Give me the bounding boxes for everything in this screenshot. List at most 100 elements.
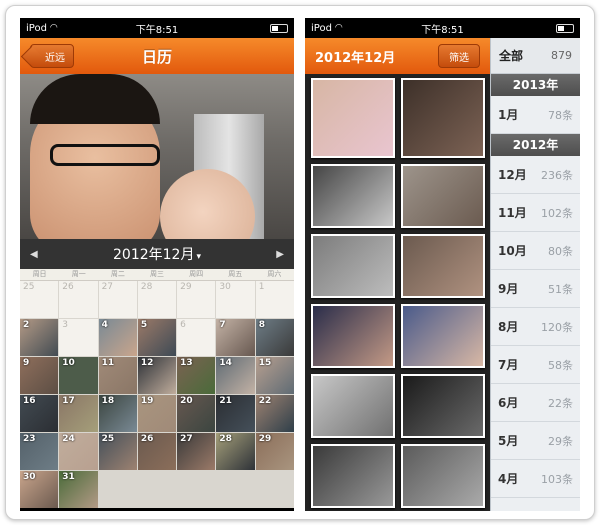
- calendar-day[interactable]: 11: [98, 357, 137, 394]
- battery-icon: [556, 23, 574, 33]
- calendar-day[interactable]: 16: [20, 395, 59, 432]
- month-row[interactable]: 4月 103条: [491, 460, 580, 498]
- screenshot-frame: iPod ◠ 下午8:51 近远 日历 ◀ 2012年12月 ▾ ▶ 周日 周一 …: [5, 5, 595, 520]
- photo-thumbnail[interactable]: [311, 304, 395, 368]
- calendar-day[interactable]: 18: [98, 395, 137, 432]
- calendar-day[interactable]: 29: [255, 433, 294, 470]
- photo-thumbnail[interactable]: [401, 374, 485, 438]
- calendar-day: 28: [137, 281, 177, 318]
- all-photos-row[interactable]: 全部 879: [491, 38, 580, 74]
- gallery-header: 2012年12月 筛选: [305, 38, 490, 74]
- calendar-day[interactable]: 23: [20, 433, 59, 470]
- chevron-down-icon: ▾: [196, 252, 201, 262]
- calendar-day: 6: [177, 319, 216, 356]
- day-number: 19: [140, 396, 154, 406]
- weekday-header: 周日 周一 周二 周三 周四 周五 周六: [20, 269, 294, 280]
- month-count: 120条: [541, 320, 573, 334]
- calendar-day[interactable]: 7: [216, 319, 255, 356]
- calendar-day[interactable]: 9: [20, 357, 59, 394]
- calendar-day[interactable]: 19: [137, 395, 177, 432]
- photo-thumbnail[interactable]: [401, 444, 485, 508]
- day-number: 6: [180, 320, 186, 330]
- calendar-day[interactable]: 12: [137, 357, 177, 394]
- status-bar: iPod ◠ 下午8:51: [20, 18, 294, 38]
- month-row[interactable]: 6月 22条: [491, 384, 580, 422]
- photo-thumbnail[interactable]: [311, 164, 395, 228]
- year-header: 2012年: [491, 134, 580, 156]
- month-count: 29条: [548, 434, 573, 448]
- photo-thumbnail[interactable]: [311, 374, 395, 438]
- month-count: 103条: [541, 472, 573, 486]
- calendar-day[interactable]: 15: [255, 357, 294, 394]
- month-count: 51条: [548, 282, 573, 296]
- photo-thumbnail[interactable]: [401, 304, 485, 368]
- calendar-day[interactable]: 5: [137, 319, 177, 356]
- day-number: 22: [258, 396, 272, 406]
- month-row[interactable]: 7月 58条: [491, 346, 580, 384]
- calendar-day[interactable]: 28: [216, 433, 255, 470]
- calendar-day[interactable]: 20: [177, 395, 216, 432]
- next-month-icon[interactable]: ▶: [276, 249, 284, 260]
- calendar-day[interactable]: 2: [20, 319, 59, 356]
- month-selector: ◀ 2012年12月 ▾ ▶: [20, 239, 294, 269]
- photo-gallery: 2012年12月 筛选: [305, 38, 490, 511]
- day-number: 15: [258, 358, 272, 368]
- weekday-label: 周一: [71, 270, 86, 278]
- thumbnail-grid: [305, 74, 490, 511]
- day-number: 8: [258, 320, 265, 330]
- calendar-day[interactable]: 10: [59, 357, 98, 394]
- month-label: 5月: [498, 434, 519, 448]
- day-number: 10: [62, 358, 75, 368]
- calendar-day[interactable]: 25: [98, 433, 137, 470]
- day-number: 27: [101, 282, 114, 292]
- month-row[interactable]: 8月 120条: [491, 308, 580, 346]
- month-row[interactable]: 9月 51条: [491, 270, 580, 308]
- month-row[interactable]: 12月 236条: [491, 156, 580, 194]
- day-number: 3: [62, 320, 69, 330]
- photo-thumbnail[interactable]: [401, 164, 485, 228]
- day-number: 18: [101, 396, 115, 406]
- day-number: 24: [62, 434, 75, 444]
- calendar-day[interactable]: 24: [59, 433, 98, 470]
- day-number: 31: [62, 472, 75, 482]
- month-label: 12月: [498, 168, 527, 182]
- day-number: 28: [219, 434, 232, 444]
- calendar-day[interactable]: 4: [98, 319, 137, 356]
- calendar-day[interactable]: 14: [216, 357, 255, 394]
- month-label: 7月: [498, 358, 519, 372]
- calendar-day[interactable]: 27: [177, 433, 216, 470]
- battery-icon: [270, 23, 288, 33]
- photo-thumbnail[interactable]: [311, 234, 395, 298]
- month-row[interactable]: 5月 29条: [491, 422, 580, 460]
- all-label: 全部: [499, 49, 524, 63]
- man-hair: [30, 74, 160, 124]
- month-title[interactable]: 2012年12月 ▾: [113, 244, 201, 264]
- filter-button[interactable]: 筛选: [438, 44, 480, 68]
- calendar-day: 30: [216, 281, 255, 318]
- month-row[interactable]: 10月 80条: [491, 232, 580, 270]
- status-bar: iPod ◠ 下午8:51: [305, 18, 580, 38]
- month-label: 11月: [498, 206, 527, 220]
- calendar-screen: iPod ◠ 下午8:51 近远 日历 ◀ 2012年12月 ▾ ▶ 周日 周一 …: [20, 18, 294, 511]
- photo-thumbnail[interactable]: [311, 444, 395, 508]
- prev-month-icon[interactable]: ◀: [30, 249, 38, 260]
- calendar-day[interactable]: 22: [255, 395, 294, 432]
- month-row[interactable]: 11月 102条: [491, 194, 580, 232]
- day-number: 23: [23, 434, 36, 444]
- photo-thumbnail[interactable]: [401, 78, 485, 158]
- calendar-day[interactable]: 21: [216, 395, 255, 432]
- month-count: 236条: [541, 168, 573, 182]
- calendar-day[interactable]: 8: [255, 319, 294, 356]
- day-number: 26: [140, 434, 154, 444]
- photo-thumbnail[interactable]: [401, 234, 485, 298]
- calendar-day[interactable]: 31: [59, 471, 98, 508]
- calendar-day[interactable]: 17: [59, 395, 98, 432]
- calendar-day[interactable]: 26: [137, 433, 177, 470]
- month-label: 4月: [498, 472, 519, 486]
- day-number: 30: [23, 472, 36, 482]
- calendar-day[interactable]: 30: [20, 471, 59, 508]
- cover-photo[interactable]: [20, 74, 294, 239]
- month-row[interactable]: 1月 78条: [491, 96, 580, 134]
- calendar-day[interactable]: 13: [177, 357, 216, 394]
- photo-thumbnail[interactable]: [311, 78, 395, 158]
